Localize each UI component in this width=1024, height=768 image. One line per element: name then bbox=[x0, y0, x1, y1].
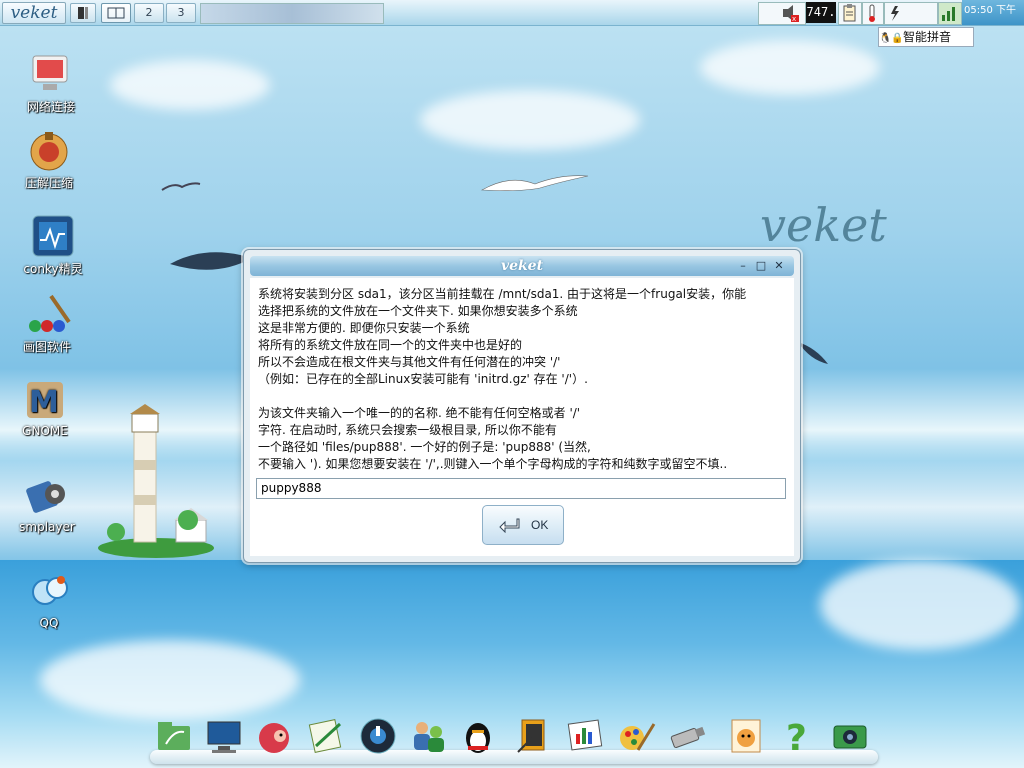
ime-indicator[interactable]: 🐧🔒智能拼音 bbox=[878, 27, 974, 47]
close-icon[interactable]: ✕ bbox=[772, 259, 786, 272]
cloud bbox=[420, 90, 640, 150]
dialog-message: 系统将安装到分区 sda1，该分区当前挂载在 /mnt/sda1. 由于这将是一… bbox=[258, 287, 747, 471]
text-editor-icon[interactable] bbox=[306, 716, 346, 756]
ime-label: 智能拼音 bbox=[903, 30, 952, 44]
camera-icon[interactable] bbox=[830, 716, 870, 756]
maximize-icon[interactable]: □ bbox=[754, 259, 768, 272]
folder-name-input[interactable] bbox=[256, 478, 786, 499]
seagull-image bbox=[480, 175, 589, 191]
workspace-3-button[interactable]: 3 bbox=[166, 3, 196, 23]
penguin-icon: 🐧 bbox=[879, 33, 892, 44]
network-signal-icon[interactable] bbox=[938, 2, 962, 25]
desktop-icon-paint[interactable]: 画图软件 bbox=[2, 292, 92, 355]
battery-icon bbox=[884, 2, 938, 25]
desktop-icon-label: GNOME bbox=[22, 424, 68, 438]
whale-image bbox=[798, 342, 828, 364]
desktop-icon-label: smplayer bbox=[19, 520, 75, 534]
workspace-2-button[interactable]: 2 bbox=[134, 3, 164, 23]
notebook-icon[interactable] bbox=[512, 716, 552, 756]
help-icon[interactable]: ? bbox=[778, 716, 818, 759]
file-manager-icon[interactable] bbox=[154, 716, 194, 756]
thermometer-icon bbox=[862, 2, 884, 25]
desktop-icon-archive[interactable]: 压解压缩 bbox=[4, 128, 94, 191]
system-tray-left: x bbox=[758, 2, 806, 25]
spreadsheet-icon[interactable] bbox=[564, 716, 604, 756]
workspace-1-button[interactable] bbox=[101, 3, 131, 23]
desktop-icon-label: QQ bbox=[39, 616, 59, 630]
network-connection-icon bbox=[29, 52, 73, 96]
paint-brush-icon bbox=[25, 292, 71, 336]
svg-text:x: x bbox=[792, 15, 796, 23]
cpu-counter: 747. bbox=[806, 2, 836, 23]
qq-icon bbox=[27, 570, 71, 614]
svg-text:?: ? bbox=[786, 718, 807, 756]
ok-button-label: OK bbox=[531, 518, 549, 532]
cloud bbox=[40, 640, 300, 720]
dialog-titlebar[interactable]: veket – □ ✕ bbox=[250, 256, 794, 276]
terminal-monitor-icon[interactable] bbox=[204, 716, 244, 756]
task-strip[interactable] bbox=[200, 3, 384, 24]
hedgehog-icon[interactable] bbox=[254, 716, 294, 756]
usb-drive-icon[interactable] bbox=[668, 716, 708, 756]
seagull-image bbox=[161, 182, 201, 191]
cloud bbox=[700, 40, 880, 95]
game-icon[interactable] bbox=[726, 716, 766, 756]
dock: ? bbox=[150, 712, 878, 764]
gnome-icon: M bbox=[23, 378, 67, 422]
clipboard-icon[interactable] bbox=[838, 2, 862, 25]
dialog-content: 系统将安装到分区 sda1，该分区当前挂载在 /mnt/sda1. 由于这将是一… bbox=[250, 278, 794, 556]
desktop-icon bbox=[78, 7, 88, 19]
wallpaper-watermark: veket bbox=[760, 198, 887, 252]
dialog-title: veket bbox=[500, 258, 544, 274]
cloud bbox=[110, 60, 270, 110]
desktop-icon-qq[interactable]: QQ bbox=[4, 570, 94, 630]
desktop-icon-gnome[interactable]: M GNOME bbox=[0, 378, 90, 438]
install-dialog: veket – □ ✕ 系统将安装到分区 sda1，该分区当前挂载在 /mnt/… bbox=[243, 249, 801, 563]
lighthouse-image bbox=[98, 404, 214, 558]
clock[interactable]: 05:50 下午 bbox=[962, 0, 1024, 25]
cloud bbox=[820, 560, 1020, 650]
top-panel: veket 2 3 x 747. 05:50 下午 bbox=[0, 0, 1024, 26]
users-icon[interactable] bbox=[408, 716, 448, 756]
desktop-icon-label: 网络连接 bbox=[26, 100, 75, 114]
menu-logo-button[interactable]: veket bbox=[2, 2, 66, 24]
enter-arrow-icon bbox=[499, 518, 520, 533]
desktop-icon-label: 画图软件 bbox=[22, 340, 71, 354]
ok-button[interactable]: OK bbox=[482, 505, 564, 545]
desktop-icon-label: conky精灵 bbox=[23, 262, 83, 276]
workspace-icon bbox=[107, 7, 125, 19]
svg-text:M: M bbox=[29, 385, 59, 420]
conky-icon bbox=[31, 214, 75, 258]
volume-muted-icon[interactable]: x bbox=[759, 3, 803, 23]
graphics-icon[interactable] bbox=[616, 716, 656, 756]
qq-penguin-icon[interactable] bbox=[458, 716, 498, 756]
minimize-icon[interactable]: – bbox=[736, 259, 750, 272]
desktop-icon-label: 压解压缩 bbox=[24, 176, 73, 190]
archive-icon bbox=[27, 128, 71, 172]
media-player-icon[interactable] bbox=[358, 716, 398, 756]
lock-icon: 🔒 bbox=[891, 33, 904, 44]
desktop-icon-network[interactable]: 网络连接 bbox=[6, 52, 96, 115]
desktop-icon-conky[interactable]: conky精灵 bbox=[8, 214, 98, 277]
show-desktop-button[interactable] bbox=[70, 3, 96, 23]
smplayer-icon bbox=[25, 474, 69, 518]
desktop-icon-smplayer[interactable]: smplayer bbox=[2, 474, 92, 534]
